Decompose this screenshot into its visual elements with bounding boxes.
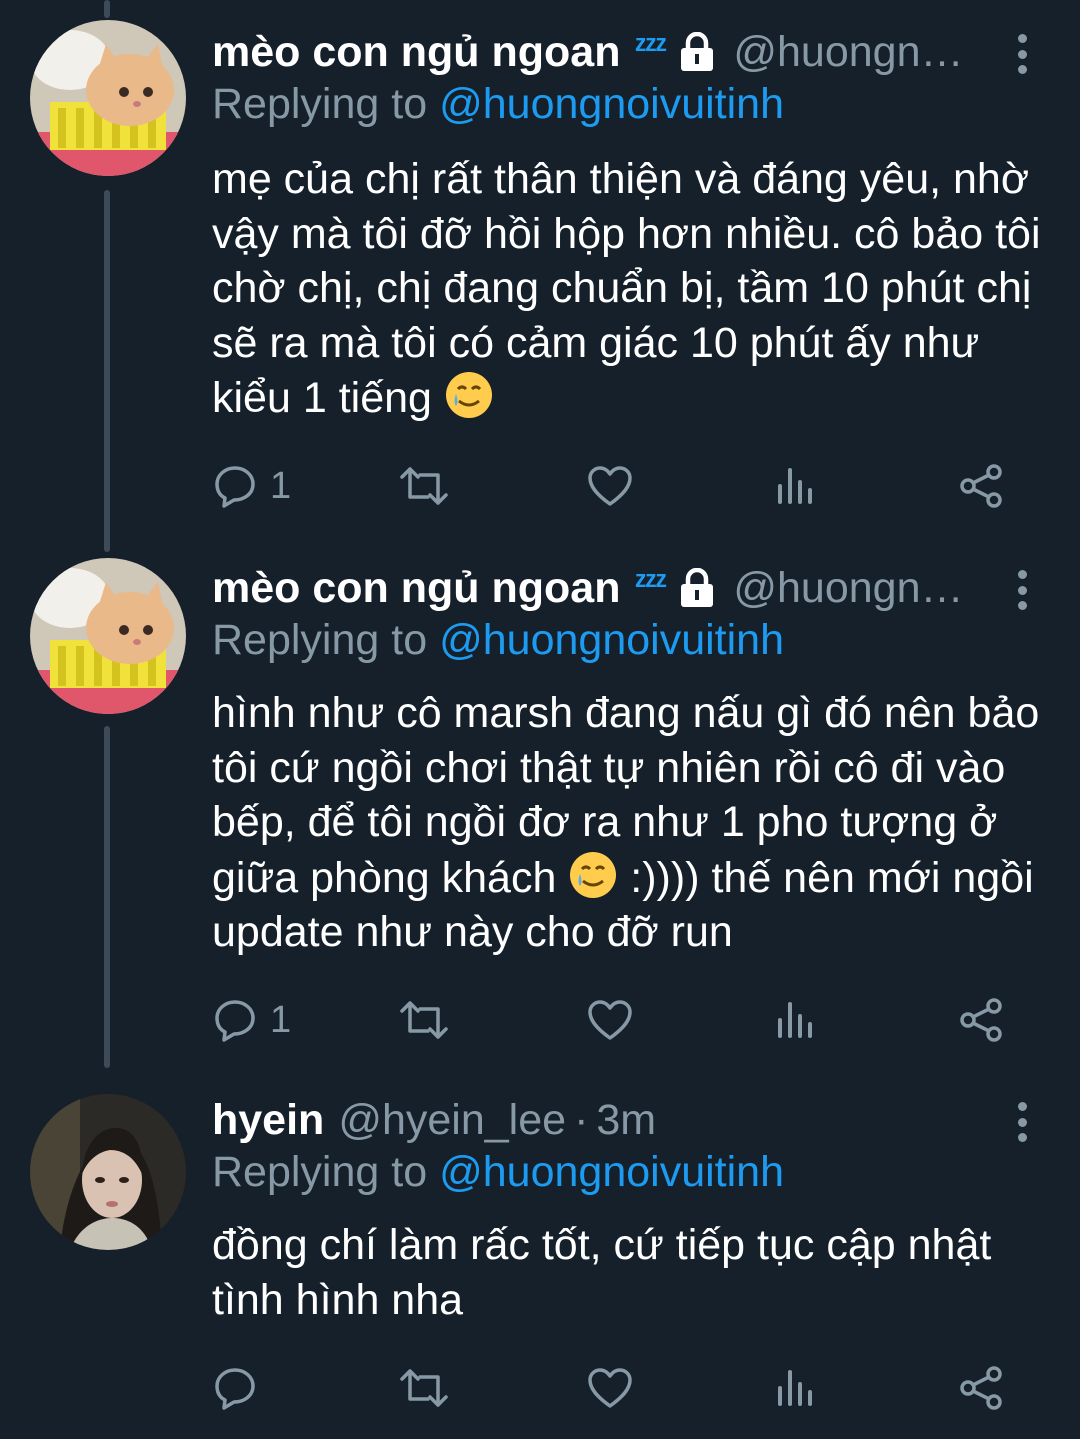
mention-link[interactable]: @huongnoivuitinh: [439, 1148, 784, 1196]
analytics-icon: [778, 468, 812, 504]
display-name[interactable]: mèo con ngủ ngoan: [212, 22, 620, 82]
user-handle[interactable]: @huongn…: [733, 558, 963, 618]
retweet-icon: [400, 1369, 448, 1407]
replying-to: Replying to @huongnoivuitinh: [212, 74, 784, 134]
analytics-icon: [778, 1370, 812, 1406]
tweet-text-content: mẹ của chị rất thân thiện và đáng yêu, n…: [212, 155, 1041, 422]
tweet[interactable]: hyein @hyein_lee · 3m Replying to @huong…: [0, 1090, 1080, 1430]
analytics-button[interactable]: [774, 990, 818, 1050]
tweet-text: hình như cô marsh đang nấu gì đó nên bảo…: [212, 686, 1052, 960]
like-icon: [588, 1368, 632, 1408]
tweet-header: hyein @hyein_lee · 3m: [212, 1090, 1020, 1150]
more-icon[interactable]: [1012, 34, 1032, 74]
kitten-avatar-image: [30, 20, 186, 176]
tweet-text: mẹ của chị rất thân thiện và đáng yêu, n…: [212, 152, 1052, 426]
tweet-actions: 1: [212, 990, 1032, 1050]
display-name[interactable]: hyein: [212, 1090, 324, 1150]
user-handle[interactable]: @hyein_lee: [338, 1090, 566, 1150]
tweet-text: đồng chí làm rấc tốt, cứ tiếp tục cập nh…: [212, 1218, 1052, 1327]
replying-prefix: Replying to: [212, 1148, 428, 1196]
user-handle[interactable]: @huongn…: [733, 22, 963, 82]
share-button[interactable]: [958, 1358, 1004, 1418]
share-button[interactable]: [958, 456, 1004, 516]
share-button[interactable]: [958, 990, 1004, 1050]
like-button[interactable]: [586, 1358, 634, 1418]
avatar[interactable]: [30, 558, 186, 714]
analytics-icon: [778, 1002, 812, 1038]
retweet-button[interactable]: [398, 990, 450, 1050]
girl-portrait-avatar-image: [30, 1094, 186, 1250]
zzz-emoji: ᶻᶻᶻ: [634, 565, 667, 603]
tweet-text-content: đồng chí làm rấc tốt, cứ tiếp tục cập nh…: [212, 1221, 992, 1324]
tweet-actions: [212, 1358, 1032, 1418]
tweet-header: mèo con ngủ ngoan ᶻᶻᶻ @huongn…: [212, 558, 1020, 618]
replying-prefix: Replying to: [212, 616, 428, 664]
reply-count: 1: [270, 998, 292, 1041]
separator: ·: [574, 1096, 589, 1144]
tweet[interactable]: mèo con ngủ ngoan ᶻᶻᶻ @huongn… Replying …: [0, 558, 1080, 1058]
lock-icon: [675, 568, 719, 608]
replying-to: Replying to @huongnoivuitinh: [212, 1142, 784, 1202]
retweet-icon: [400, 1001, 448, 1039]
reply-button[interactable]: 1: [212, 990, 291, 1050]
smiling-face-with-tear-emoji: [445, 372, 492, 418]
more-icon[interactable]: [1012, 1102, 1032, 1142]
kitten-avatar-image: [30, 558, 186, 714]
avatar[interactable]: [30, 20, 186, 176]
tweet-actions: 1: [212, 456, 1032, 516]
like-icon: [588, 1000, 632, 1040]
like-button[interactable]: [586, 990, 634, 1050]
lock-icon: [675, 32, 719, 72]
retweet-icon: [400, 467, 448, 505]
share-icon: [960, 464, 1002, 508]
mention-link[interactable]: @huongnoivuitinh: [439, 80, 784, 128]
retweet-button[interactable]: [398, 456, 450, 516]
avatar[interactable]: [30, 1094, 186, 1250]
thread-line: [104, 0, 110, 18]
retweet-button[interactable]: [398, 1358, 450, 1418]
tweet[interactable]: mèo con ngủ ngoan ᶻᶻᶻ @huongn… Replying …: [0, 20, 1080, 542]
reply-button[interactable]: 1: [212, 456, 291, 516]
like-icon: [588, 466, 632, 506]
reply-icon: [215, 1000, 255, 1042]
share-icon: [960, 1366, 1002, 1410]
analytics-button[interactable]: [774, 456, 818, 516]
share-icon: [960, 998, 1002, 1042]
timestamp[interactable]: 3m: [596, 1090, 656, 1150]
reply-count: 1: [270, 464, 292, 507]
mention-link[interactable]: @huongnoivuitinh: [439, 616, 784, 664]
reply-button[interactable]: [212, 1358, 270, 1418]
smiling-face-with-tear-emoji: [570, 851, 617, 898]
tweet-header: mèo con ngủ ngoan ᶻᶻᶻ @huongn…: [212, 22, 1020, 82]
analytics-button[interactable]: [774, 1358, 818, 1418]
zzz-emoji: ᶻᶻᶻ: [634, 29, 667, 67]
like-button[interactable]: [586, 456, 634, 516]
reply-icon: [215, 1368, 255, 1410]
replying-prefix: Replying to: [212, 80, 428, 128]
display-name[interactable]: mèo con ngủ ngoan: [212, 558, 620, 618]
reply-icon: [215, 466, 255, 508]
more-icon[interactable]: [1012, 570, 1032, 610]
replying-to: Replying to @huongnoivuitinh: [212, 610, 784, 670]
